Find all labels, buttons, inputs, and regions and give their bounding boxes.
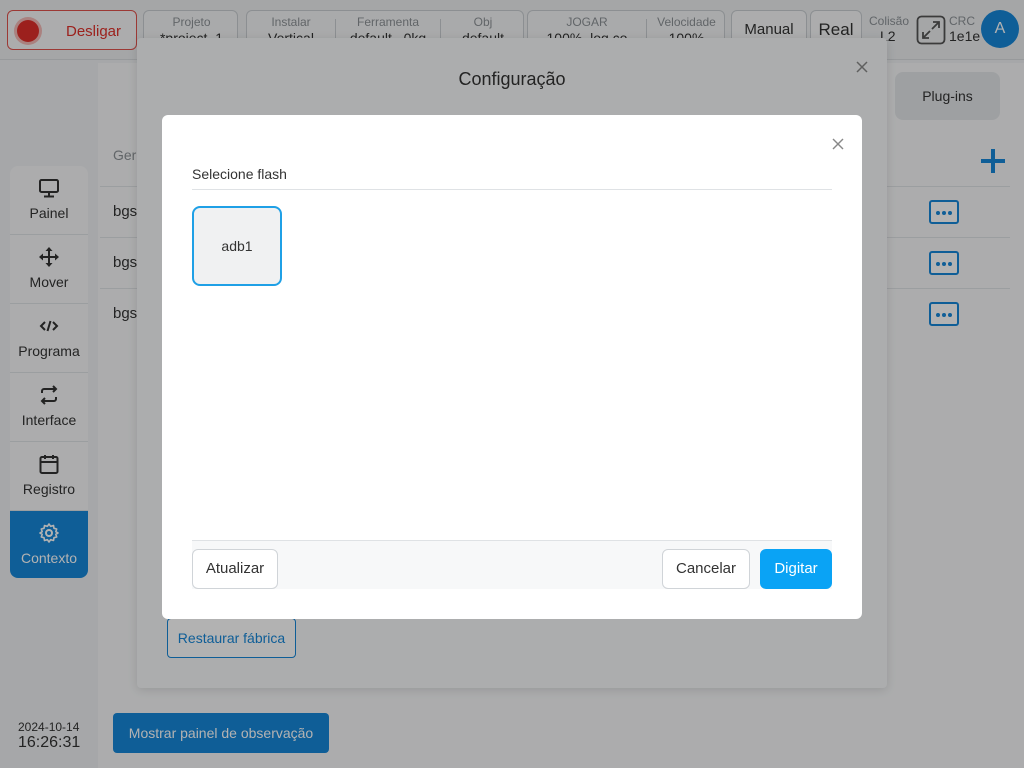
select-flash-label: Selecione flash <box>192 166 287 182</box>
select-flash-dialog: Selecione flash adb1 Atualizar Cancelar … <box>162 115 862 619</box>
close-icon[interactable] <box>832 138 844 150</box>
confirm-button[interactable]: Digitar <box>760 549 832 589</box>
cancel-button[interactable]: Cancelar <box>662 549 750 589</box>
refresh-button[interactable]: Atualizar <box>192 549 278 589</box>
divider <box>192 189 832 190</box>
flash-device-item[interactable]: adb1 <box>192 206 282 286</box>
